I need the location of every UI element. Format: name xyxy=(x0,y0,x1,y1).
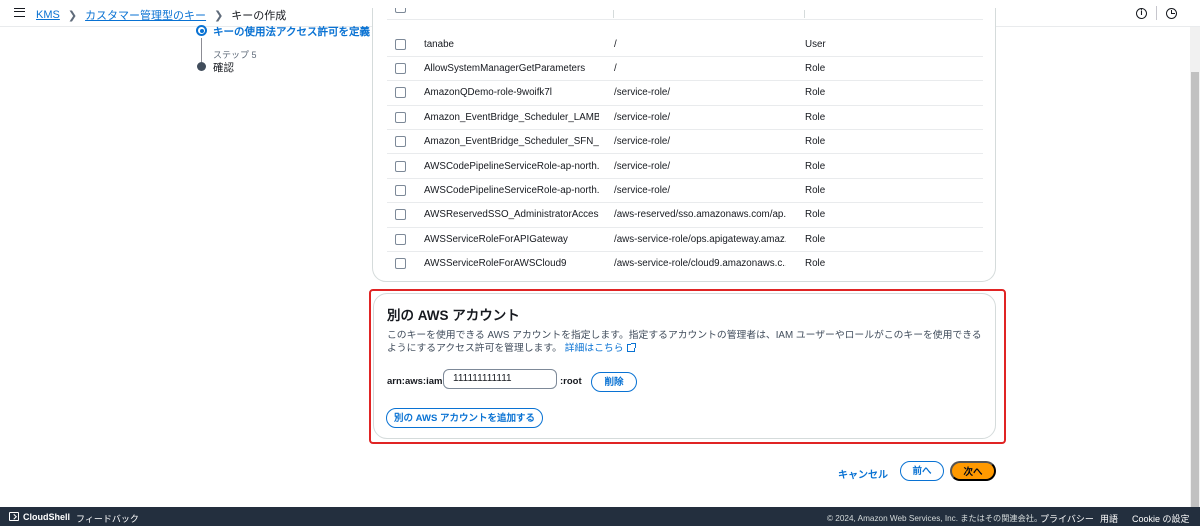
arn-prefix-label: arn:aws:iam:: xyxy=(387,376,449,387)
cell-name: AWSCodePipelineServiceRole-ap-north... xyxy=(424,160,599,172)
description-text: このキーを使用できる AWS アカウントを指定します。指定するアカウントの管理者… xyxy=(387,330,982,354)
history-clock-icon[interactable] xyxy=(1166,8,1177,19)
cell-name: tanabe xyxy=(424,38,454,50)
remove-account-button[interactable]: 削除 xyxy=(591,372,637,392)
table-row[interactable]: Amazon_EventBridge_Scheduler_SFN_f... /se… xyxy=(387,130,983,155)
cancel-button[interactable]: キャンセル xyxy=(838,466,888,481)
step-review: 確認 xyxy=(213,62,234,74)
other-aws-accounts-panel: 別の AWS アカウント このキーを使用できる AWS アカウントを指定します。… xyxy=(373,293,996,439)
learn-more-label: 詳細はこちら xyxy=(564,343,624,354)
cell-path: /service-role/ xyxy=(614,111,671,123)
key-users-table: tanabe / User AllowSystemManagerGetParamete… xyxy=(372,8,996,282)
table-row[interactable]: AmazonQDemo-role-9woifk7l/service-role/R… xyxy=(387,81,983,106)
row-checkbox[interactable] xyxy=(395,111,406,123)
row-checkbox[interactable] xyxy=(395,209,406,221)
pending-step-icon xyxy=(197,62,206,71)
add-account-button[interactable]: 別の AWS アカウントを追加する xyxy=(386,408,543,428)
cookie-settings-link[interactable]: Cookie の設定 xyxy=(1132,512,1190,525)
chevron-right-icon: ❯ xyxy=(67,9,78,22)
previous-button[interactable]: 前へ xyxy=(900,461,944,481)
row-checkbox[interactable] xyxy=(395,38,406,50)
breadcrumb: KMS ❯ カスタマー管理型のキー ❯ キーの作成 xyxy=(36,7,286,23)
step-define-key-usage[interactable]: キーの使用法アクセス許可を定義 xyxy=(213,24,370,39)
select-all-checkbox[interactable] xyxy=(395,8,406,13)
cell-path: / xyxy=(614,62,617,74)
cell-path: /service-role/ xyxy=(614,184,671,196)
cell-type: Role xyxy=(805,233,826,245)
next-button[interactable]: 次へ xyxy=(950,461,996,481)
table-header xyxy=(387,8,983,20)
row-checkbox[interactable] xyxy=(395,258,406,270)
cell-path: /service-role/ xyxy=(614,87,671,99)
row-checkbox[interactable] xyxy=(395,160,406,172)
current-step-icon xyxy=(196,25,207,36)
row-checkbox[interactable] xyxy=(395,184,406,196)
cell-type: Role xyxy=(805,209,826,221)
table-row[interactable]: AWSCodePipelineServiceRole-ap-north... /s… xyxy=(387,155,983,179)
cell-name: AmazonQDemo-role-9woifk7l xyxy=(424,87,552,99)
hamburger-menu-icon[interactable] xyxy=(14,8,25,17)
account-id-input[interactable]: 111111111111 xyxy=(443,369,557,389)
external-link-icon xyxy=(626,343,636,352)
step-connector xyxy=(201,38,202,62)
cell-type: Role xyxy=(805,136,826,148)
column-divider xyxy=(804,10,805,18)
toolbar-divider xyxy=(1156,6,1157,20)
info-icon[interactable]: i xyxy=(1136,8,1147,19)
row-checkbox[interactable] xyxy=(395,62,406,74)
cell-type: Role xyxy=(805,111,826,123)
cell-name: AWSCodePipelineServiceRole-ap-north... xyxy=(424,184,599,196)
cell-path: /service-role/ xyxy=(614,136,671,148)
feedback-link[interactable]: フィードバック xyxy=(76,512,139,525)
chevron-right-icon: ❯ xyxy=(214,9,224,22)
page-scrollbar-thumb[interactable] xyxy=(1191,72,1199,507)
cell-type: Role xyxy=(805,87,826,99)
column-divider xyxy=(613,10,614,18)
row-checkbox[interactable] xyxy=(395,136,406,148)
cell-type: Role xyxy=(805,62,826,74)
row-checkbox[interactable] xyxy=(395,87,406,99)
copyright-text: © 2024, Amazon Web Services, Inc. またはその関… xyxy=(827,514,1043,523)
breadcrumb-current: キーの作成 xyxy=(231,10,287,22)
cell-path: / xyxy=(614,38,617,50)
table-row[interactable]: AWSReservedSSO_AdministratorAccess... /aw… xyxy=(387,203,983,228)
privacy-link[interactable]: プライバシー xyxy=(1040,512,1094,525)
cell-type: User xyxy=(805,38,826,50)
cloudshell-icon[interactable] xyxy=(9,512,19,521)
other-accounts-description: このキーを使用できる AWS アカウントを指定します。指定するアカウントの管理者… xyxy=(387,329,987,355)
cell-type: Role xyxy=(805,258,826,270)
row-checkbox[interactable] xyxy=(395,233,406,245)
cell-name: AllowSystemManagerGetParameters xyxy=(424,62,586,74)
learn-more-link[interactable]: 詳細はこちら xyxy=(564,343,636,354)
console-footer: CloudShell フィードバック © 2024, Amazon Web Se… xyxy=(0,507,1200,526)
breadcrumb-customer-managed-keys[interactable]: カスタマー管理型のキー xyxy=(85,7,206,23)
arn-suffix-label: :root xyxy=(560,376,582,387)
cell-type: Role xyxy=(805,184,826,196)
cell-name: AWSServiceRoleForAPIGateway xyxy=(424,233,568,245)
table-row[interactable]: AWSServiceRoleForAPIGateway/aws-service-… xyxy=(387,228,983,253)
table-row[interactable]: AWSServiceRoleForAWSCloud9/aws-service-r… xyxy=(387,252,983,276)
table-row[interactable]: Amazon_EventBridge_Scheduler_LAMB... /ser… xyxy=(387,106,983,131)
cell-path: /service-role/ xyxy=(614,160,671,172)
other-accounts-title: 別の AWS アカウント xyxy=(387,308,520,323)
cloudshell-link[interactable]: CloudShell xyxy=(23,512,70,522)
cell-path: /aws-service-role/cloud9.amazonaws.c... xyxy=(614,258,786,270)
breadcrumb-kms[interactable]: KMS xyxy=(36,9,60,21)
cell-name: AWSServiceRoleForAWSCloud9 xyxy=(424,258,567,270)
cell-name: AWSReservedSSO_AdministratorAccess... xyxy=(424,209,599,221)
cell-type: Role xyxy=(805,160,826,172)
cell-path: /aws-reserved/sso.amazonaws.com/ap... xyxy=(614,209,786,221)
table-row[interactable]: AllowSystemManagerGetParameters / Role xyxy=(387,57,983,82)
terms-link[interactable]: 用語 xyxy=(1100,512,1118,525)
cell-name: Amazon_EventBridge_Scheduler_SFN_f... xyxy=(424,136,599,148)
cell-name: Amazon_EventBridge_Scheduler_LAMB... xyxy=(424,111,599,123)
table-row[interactable]: tanabe / User xyxy=(387,33,983,57)
table-row[interactable]: AWSCodePipelineServiceRole-ap-north... /s… xyxy=(387,179,983,204)
cell-path: /aws-service-role/ops.apigateway.amaz... xyxy=(614,233,786,245)
